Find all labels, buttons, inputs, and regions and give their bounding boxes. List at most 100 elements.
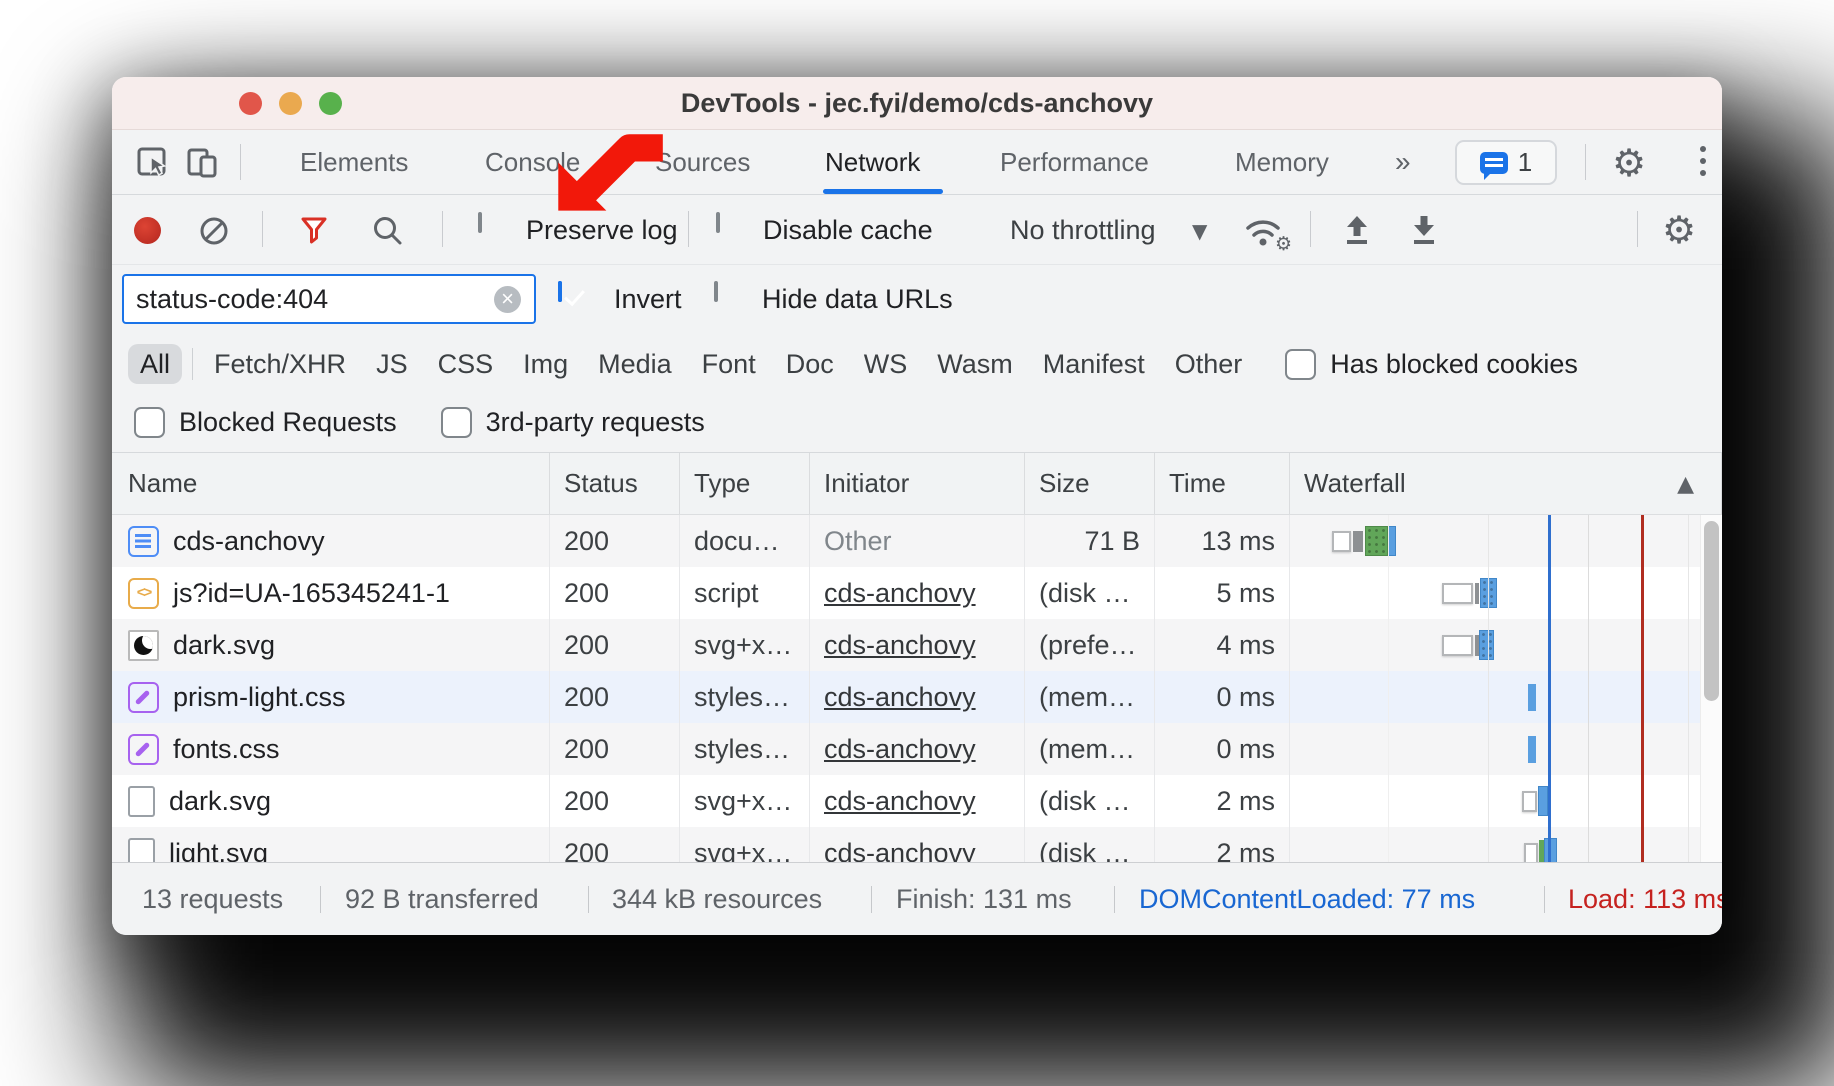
table-row[interactable]: dark.svg 200 svg+x… cds-anchovy (disk … … bbox=[112, 775, 1722, 827]
request-size: (mem… bbox=[1025, 723, 1155, 775]
tab-elements[interactable]: Elements bbox=[300, 130, 408, 194]
request-initiator-link[interactable]: cds-anchovy bbox=[824, 838, 976, 862]
sort-ascending-icon[interactable]: ▲ bbox=[1677, 453, 1694, 516]
request-size: (prefe… bbox=[1025, 619, 1155, 671]
request-time: 13 ms bbox=[1155, 515, 1290, 567]
filter-input[interactable] bbox=[122, 274, 536, 324]
column-header-name[interactable]: Name bbox=[112, 453, 550, 514]
requests-table-header: Name Status Type Initiator Size Time Wat… bbox=[112, 452, 1722, 515]
column-header-waterfall[interactable]: Waterfall bbox=[1290, 453, 1722, 514]
inspect-element-icon[interactable] bbox=[135, 144, 171, 180]
filter-chip-manifest[interactable]: Manifest bbox=[1028, 344, 1160, 384]
disable-cache-checkbox[interactable] bbox=[716, 212, 720, 233]
table-scrollbar[interactable] bbox=[1700, 515, 1722, 862]
filter-chip-img[interactable]: Img bbox=[508, 344, 583, 384]
tab-memory[interactable]: Memory bbox=[1235, 130, 1329, 194]
search-icon[interactable] bbox=[370, 213, 406, 249]
toolbar-divider bbox=[688, 211, 689, 247]
request-time: 2 ms bbox=[1155, 827, 1290, 862]
network-filter-bar: × Invert Hide data URLs bbox=[112, 265, 1722, 335]
filter-chip-other[interactable]: Other bbox=[1160, 344, 1258, 384]
table-row[interactable]: light.svg 200 svg+x… cds-anchovy (disk …… bbox=[112, 827, 1722, 862]
request-name: dark.svg bbox=[169, 775, 271, 827]
requests-table-body: cds-anchovy 200 docu… Other 71 B 13 ms <… bbox=[112, 515, 1722, 862]
clear-network-log-icon[interactable] bbox=[196, 213, 232, 249]
resource-type-filter-bar: All Fetch/XHR JS CSS Img Media Font Doc … bbox=[112, 335, 1722, 393]
has-blocked-cookies-checkbox[interactable] bbox=[1285, 349, 1316, 380]
devtools-window: DevTools - jec.fyi/demo/cds-anchovy Elem… bbox=[112, 77, 1722, 935]
tab-performance[interactable]: Performance bbox=[1000, 130, 1149, 194]
filter-chip-all[interactable]: All bbox=[128, 344, 182, 384]
invert-label: Invert bbox=[614, 284, 682, 315]
stylesheet-icon bbox=[128, 682, 159, 713]
table-row[interactable]: fonts.css 200 styles… cds-anchovy (mem… … bbox=[112, 723, 1722, 775]
network-summary-bar: 13 requests 92 B transferred 344 kB reso… bbox=[112, 862, 1722, 935]
filter-chip-media[interactable]: Media bbox=[583, 344, 687, 384]
column-header-time[interactable]: Time bbox=[1155, 453, 1290, 514]
throttling-select[interactable]: No throttling bbox=[1010, 195, 1156, 265]
tab-sources[interactable]: Sources bbox=[655, 130, 750, 194]
toolbar-divider bbox=[1637, 211, 1638, 247]
column-header-initiator[interactable]: Initiator bbox=[810, 453, 1025, 514]
more-options-icon[interactable] bbox=[1700, 146, 1706, 176]
chip-divider bbox=[192, 348, 193, 380]
settings-gear-icon[interactable]: ⚙ bbox=[1612, 144, 1646, 182]
network-conditions-icon[interactable]: ⚙ bbox=[1240, 209, 1286, 251]
third-party-requests-checkbox[interactable] bbox=[441, 407, 472, 438]
more-tabs-chevron-icon[interactable]: » bbox=[1395, 130, 1411, 194]
filter-chip-js[interactable]: JS bbox=[361, 344, 423, 384]
filter-chip-fetch-xhr[interactable]: Fetch/XHR bbox=[199, 344, 361, 384]
moon-favicon bbox=[128, 630, 159, 661]
filter-chip-css[interactable]: CSS bbox=[423, 344, 509, 384]
column-header-type[interactable]: Type bbox=[680, 453, 810, 514]
request-size: (disk … bbox=[1025, 827, 1155, 862]
record-network-log-button[interactable] bbox=[134, 217, 161, 244]
toolbar-divider bbox=[442, 211, 443, 247]
waterfall-cell bbox=[1290, 775, 1722, 827]
filter-chip-doc[interactable]: Doc bbox=[771, 344, 849, 384]
request-initiator-link[interactable]: cds-anchovy bbox=[824, 578, 976, 608]
export-har-icon[interactable] bbox=[1405, 211, 1443, 249]
filter-funnel-icon[interactable] bbox=[296, 213, 332, 249]
image-placeholder-icon bbox=[128, 786, 155, 817]
table-row[interactable]: cds-anchovy 200 docu… Other 71 B 13 ms bbox=[112, 515, 1722, 567]
request-name: light.svg bbox=[169, 827, 268, 862]
request-time: 0 ms bbox=[1155, 671, 1290, 723]
request-initiator-link[interactable]: cds-anchovy bbox=[824, 734, 976, 764]
network-settings-gear-icon[interactable]: ⚙ bbox=[1662, 211, 1696, 249]
request-initiator-link[interactable]: cds-anchovy bbox=[824, 786, 976, 816]
throttling-caret-icon[interactable]: ▼ bbox=[1192, 219, 1207, 243]
invert-checkbox[interactable] bbox=[558, 281, 562, 302]
has-blocked-cookies-label: Has blocked cookies bbox=[1330, 349, 1578, 380]
waterfall-cell bbox=[1290, 671, 1722, 723]
issues-badge[interactable]: 1 bbox=[1455, 140, 1557, 185]
image-placeholder-icon bbox=[128, 838, 155, 863]
tab-console[interactable]: Console bbox=[485, 130, 580, 194]
waterfall-cell bbox=[1290, 515, 1722, 567]
toolbar-divider bbox=[262, 211, 263, 247]
tab-network[interactable]: Network bbox=[825, 130, 920, 194]
import-har-icon[interactable] bbox=[1338, 211, 1376, 249]
request-initiator-link[interactable]: cds-anchovy bbox=[824, 682, 976, 712]
request-initiator-link[interactable]: cds-anchovy bbox=[824, 630, 976, 660]
filter-chip-ws[interactable]: WS bbox=[849, 344, 923, 384]
toggle-device-toolbar-icon[interactable] bbox=[185, 144, 221, 180]
hide-data-urls-checkbox[interactable] bbox=[714, 281, 718, 302]
active-tab-indicator bbox=[823, 189, 943, 194]
filter-chip-font[interactable]: Font bbox=[687, 344, 771, 384]
request-size: (disk … bbox=[1025, 567, 1155, 619]
blocked-requests-checkbox[interactable] bbox=[134, 407, 165, 438]
table-row[interactable]: prism-light.css 200 styles… cds-anchovy … bbox=[112, 671, 1722, 723]
filter-chip-wasm[interactable]: Wasm bbox=[922, 344, 1028, 384]
table-row[interactable]: <>js?id=UA-165345241-1 200 script cds-an… bbox=[112, 567, 1722, 619]
column-header-size[interactable]: Size bbox=[1025, 453, 1155, 514]
clear-filter-icon[interactable]: × bbox=[494, 286, 521, 313]
column-header-status[interactable]: Status bbox=[550, 453, 680, 514]
table-row[interactable]: dark.svg 200 svg+x… cds-anchovy (prefe… … bbox=[112, 619, 1722, 671]
script-icon: <> bbox=[128, 578, 159, 609]
resources-size: 344 kB resources bbox=[612, 863, 822, 935]
blocked-requests-label: Blocked Requests bbox=[179, 407, 397, 438]
requests-count: 13 requests bbox=[142, 863, 283, 935]
scrollbar-thumb[interactable] bbox=[1704, 521, 1719, 701]
preserve-log-checkbox[interactable] bbox=[478, 212, 482, 233]
